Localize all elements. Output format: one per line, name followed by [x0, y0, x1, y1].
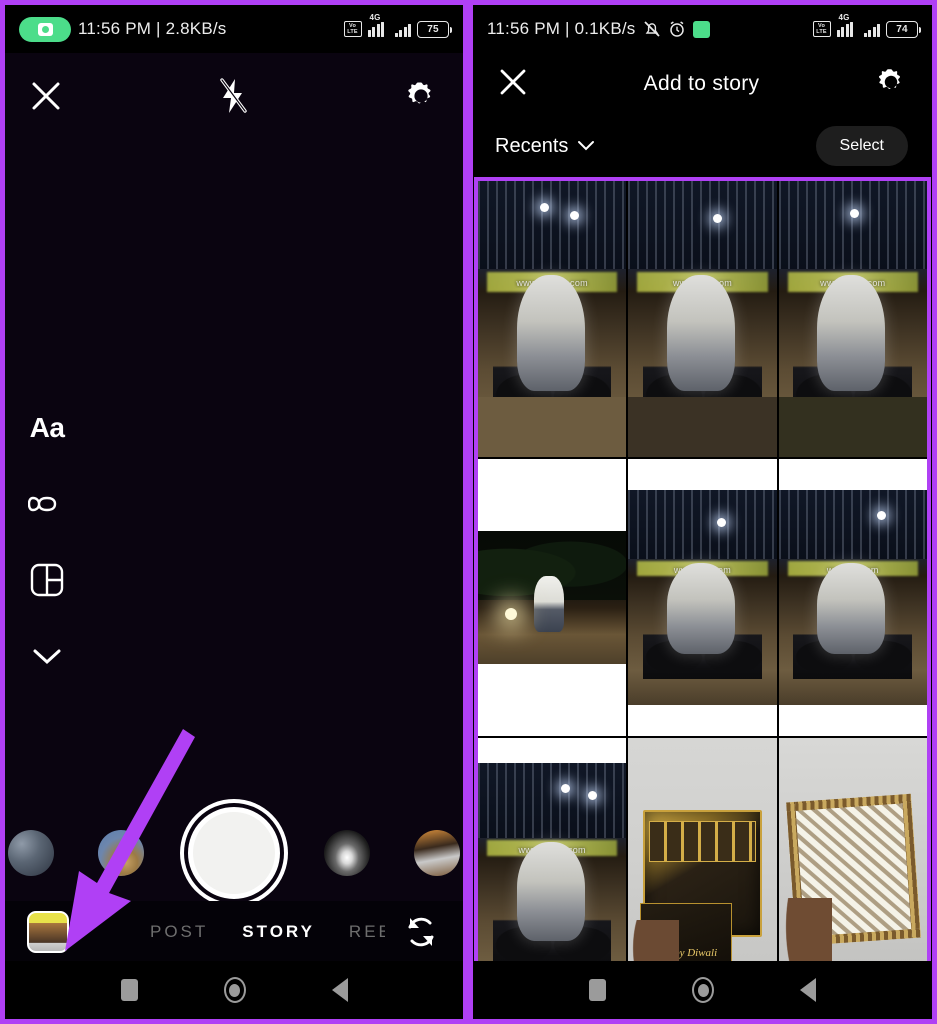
select-button[interactable]: Select — [815, 126, 908, 166]
gallery-thumbnail[interactable] — [27, 911, 69, 953]
photo-grid-container[interactable]: www. alco.com www. o.com www. alco.com w… — [474, 177, 931, 1018]
bell-mute-icon — [643, 20, 661, 38]
home-icon[interactable] — [223, 977, 246, 1003]
chevron-down-icon-album — [578, 141, 595, 151]
album-selector[interactable]: Recents — [495, 135, 595, 158]
green-app-icon — [692, 20, 710, 38]
battery-indicator: 75 — [417, 20, 452, 38]
volte-icon-right: Vo LTE — [812, 21, 831, 37]
camera-top-controls — [5, 67, 463, 129]
right-android-navbar — [473, 961, 932, 1019]
filter-thumbnail-2[interactable] — [98, 830, 144, 876]
photo-watermark-7: www. alco.com — [518, 844, 586, 855]
flash-off-icon[interactable] — [216, 76, 250, 121]
alarm-clock-icon — [668, 20, 686, 38]
capture-mode-bar: POST STORY REEL LIVE — [5, 901, 463, 963]
photo-cell-3[interactable]: www. alco.com — [778, 181, 927, 458]
capture-controls-row — [5, 805, 463, 901]
photo-watermark-5: www. o.com — [673, 565, 732, 576]
photo-watermark-1: www. alco.com — [516, 277, 588, 288]
mode-tab-post[interactable]: POST — [133, 922, 225, 942]
text-tool-icon[interactable]: Aa — [27, 408, 67, 448]
camera-tool-rail: Aa — [27, 408, 67, 676]
album-label: Recents — [495, 134, 569, 157]
camera-active-indicator-icon — [19, 16, 71, 42]
filter-thumbnail-1[interactable] — [8, 830, 54, 876]
back-icon-right[interactable] — [800, 978, 816, 1002]
close-icon-right[interactable] — [497, 66, 529, 103]
gear-icon[interactable] — [403, 78, 439, 119]
photo-watermark-6: www. .com — [826, 565, 879, 576]
home-icon-right[interactable] — [692, 977, 714, 1003]
shutter-button[interactable] — [188, 807, 280, 899]
battery-indicator-right: 74 — [886, 20, 921, 38]
page-title: Add to story — [643, 72, 760, 95]
flip-camera-icon[interactable] — [401, 912, 441, 952]
add-to-story-screen: Add to story Recents Select www. alco.co… — [473, 53, 932, 1019]
mode-tab-story[interactable]: STORY — [225, 922, 332, 942]
layout-icon[interactable] — [27, 560, 67, 600]
photo-grid: www. alco.com www. o.com www. alco.com w… — [478, 181, 927, 1014]
signal-bars-sim2-icon-right — [863, 22, 880, 37]
camera-viewfinder[interactable]: Aa POST STORY RE — [5, 53, 463, 1019]
gallery-subheader: Recents Select — [473, 115, 932, 177]
photo-cell-2[interactable]: www. o.com — [628, 181, 777, 458]
signal-bars-sim1-icon-right: 4G — [836, 13, 858, 37]
status-time-speed: 11:56 PM | 2.8KB/s — [78, 19, 227, 38]
left-android-navbar — [5, 961, 463, 1019]
photo-watermark-2: www. o.com — [672, 277, 733, 288]
boomerang-icon[interactable] — [27, 484, 67, 524]
photo-cell-1[interactable]: www. alco.com — [478, 181, 627, 458]
photo-watermark-3: www. alco.com — [820, 277, 886, 288]
volte-icon: Vo LTE — [343, 21, 362, 37]
left-status-bar: 11:56 PM | 2.8KB/s Vo LTE 4G 75 — [5, 5, 463, 53]
photo-cell-6[interactable]: www. .com — [778, 459, 927, 736]
signal-bars-sim2-icon — [394, 22, 411, 37]
back-icon[interactable] — [331, 978, 348, 1002]
recents-icon[interactable] — [120, 979, 138, 1001]
status-time-speed-right: 11:56 PM | 0.1KB/s — [487, 19, 636, 38]
close-icon[interactable] — [29, 79, 63, 118]
right-status-bar: 11:56 PM | 0.1KB/s Vo LTE 4G 74 — [473, 5, 932, 53]
left-phone-panel: 11:56 PM | 2.8KB/s Vo LTE 4G 75 Aa POST … — [0, 0, 468, 1024]
signal-bars-sim1-icon: 4G — [367, 13, 389, 37]
gallery-header: Add to story — [473, 53, 932, 115]
gear-icon-right[interactable] — [874, 65, 908, 104]
photo-cell-5[interactable]: www. o.com — [628, 459, 777, 736]
mode-tabs: POST STORY REEL LIVE — [133, 901, 385, 963]
screenshot-root: 11:56 PM | 2.8KB/s Vo LTE 4G 75 Aa POST … — [0, 0, 937, 1024]
recents-icon-right[interactable] — [589, 979, 606, 1001]
filter-thumbnail-4[interactable] — [414, 830, 460, 876]
photo-cell-4[interactable] — [478, 459, 627, 736]
right-phone-panel: 11:56 PM | 0.1KB/s Vo LTE 4G 74 Add to s… — [468, 0, 937, 1024]
chevron-down-icon[interactable] — [27, 636, 67, 676]
filter-thumbnail-3[interactable] — [324, 830, 370, 876]
mode-tab-reel[interactable]: REEL — [332, 922, 385, 942]
